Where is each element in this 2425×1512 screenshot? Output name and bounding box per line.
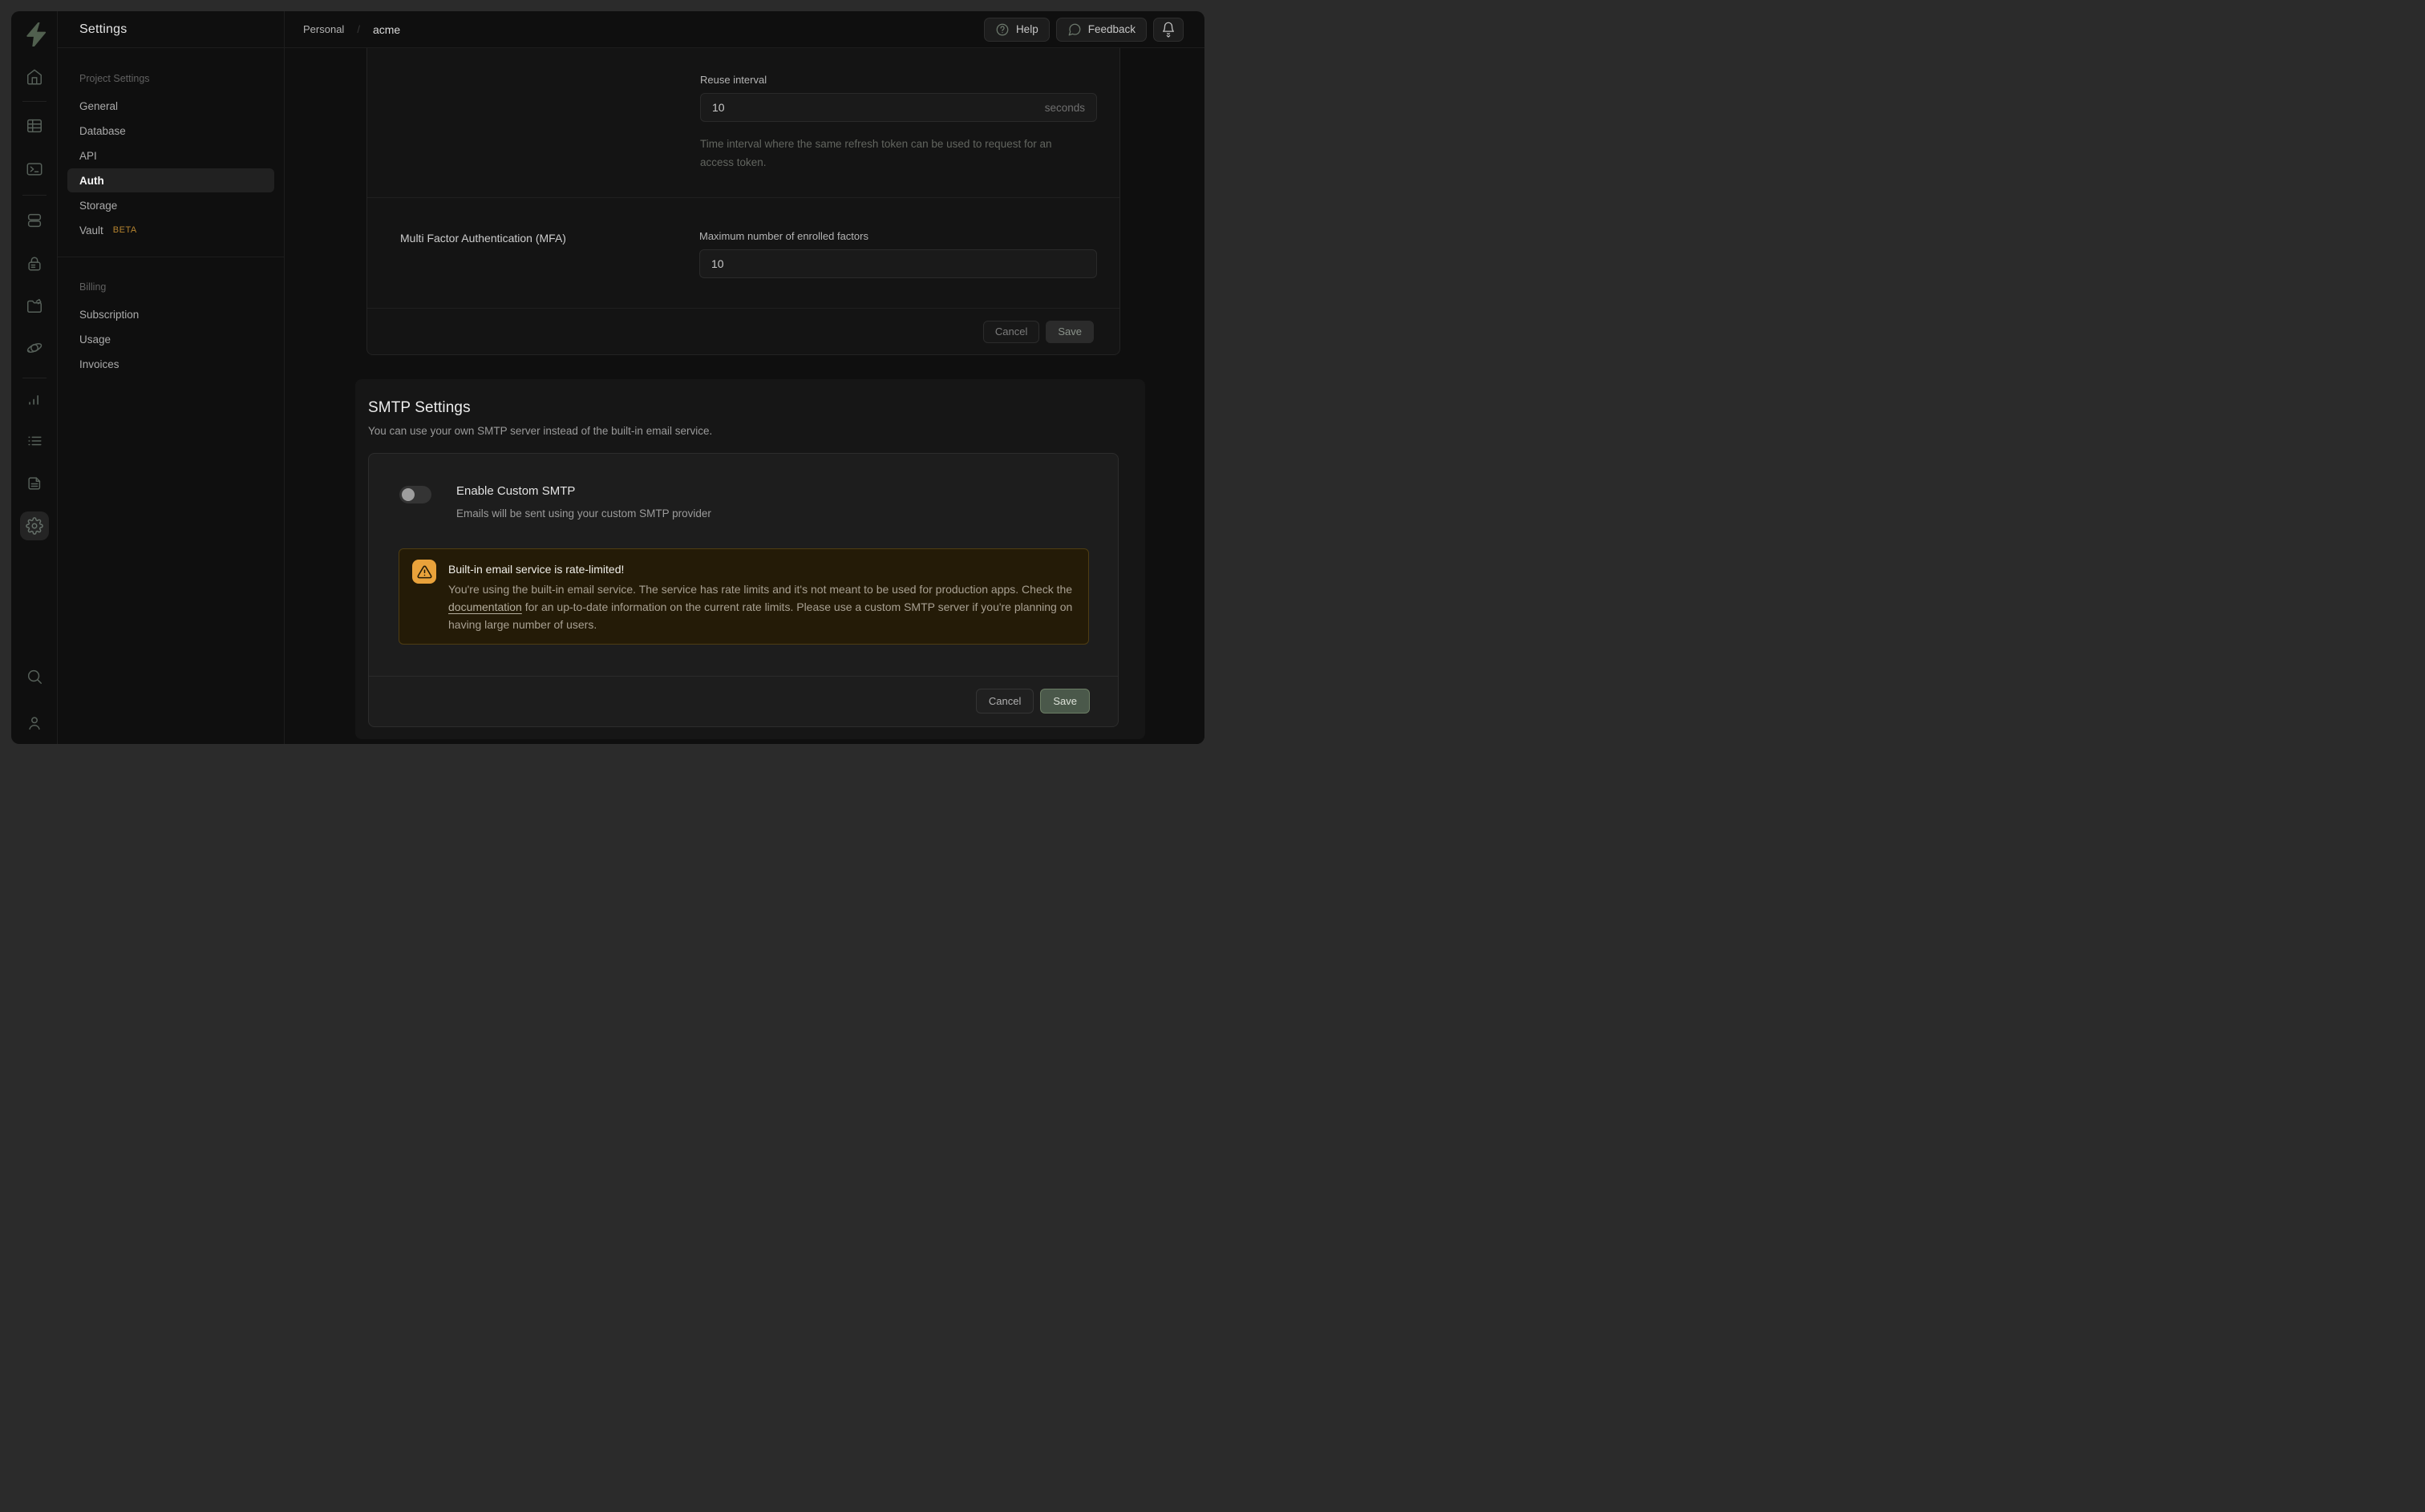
sidebar-nav: Project Settings General Database API Au… — [58, 48, 284, 377]
edge-functions-icon[interactable] — [20, 334, 49, 362]
sidebar-item-vault[interactable]: Vault BETA — [67, 218, 274, 242]
rail-divider — [22, 195, 47, 196]
home-icon[interactable] — [20, 63, 49, 91]
sidebar-item-general[interactable]: General — [67, 94, 274, 118]
settings-content: Reuse interval seconds Time interval whe… — [285, 48, 1204, 744]
mfa-group: Multi Factor Authentication (MFA) Maximu… — [367, 198, 1119, 308]
sidebar-item-invoices[interactable]: Invoices — [67, 352, 274, 376]
save-button[interactable]: Save — [1040, 689, 1090, 714]
warning-triangle-icon — [412, 560, 436, 584]
account-icon[interactable] — [20, 709, 49, 738]
reuse-interval-unit: seconds — [1045, 102, 1085, 114]
mfa-field — [699, 249, 1097, 278]
rate-limit-warning: Built-in email service is rate-limited! … — [399, 548, 1089, 645]
api-docs-icon[interactable] — [20, 469, 49, 498]
breadcrumb-project[interactable]: acme — [373, 23, 400, 36]
smtp-settings-title: SMTP Settings — [368, 399, 1119, 417]
sidebar-item-storage[interactable]: Storage — [67, 193, 274, 217]
sidebar-header: Settings — [58, 11, 284, 48]
save-button[interactable]: Save — [1046, 321, 1094, 343]
table-editor-icon[interactable] — [20, 111, 49, 140]
window-frame — [0, 1500, 2425, 1512]
notifications-button[interactable] — [1153, 18, 1184, 42]
bell-icon — [1161, 21, 1176, 38]
breadcrumb: Personal / acme — [303, 23, 400, 36]
enable-custom-smtp-description: Emails will be sent using your custom SM… — [456, 507, 711, 519]
beta-badge: BETA — [113, 225, 137, 235]
page-title: Settings — [79, 22, 127, 37]
cancel-button[interactable]: Cancel — [983, 321, 1039, 343]
sql-editor-icon[interactable] — [20, 155, 49, 184]
breadcrumb-separator: / — [357, 23, 360, 35]
smtp-settings-section: SMTP Settings You can use your own SMTP … — [355, 379, 1145, 739]
help-button[interactable]: Help — [984, 18, 1050, 42]
search-icon[interactable] — [20, 662, 49, 691]
top-bar: Personal / acme Help Feedback — [285, 11, 1204, 48]
auth-settings-card: Reuse interval seconds Time interval whe… — [366, 48, 1120, 355]
sidebar-item-auth[interactable]: Auth — [67, 168, 274, 192]
mfa-max-factors-input[interactable] — [711, 257, 1085, 270]
main-area: Personal / acme Help Feedback — [285, 11, 1204, 744]
breadcrumb-org[interactable]: Personal — [303, 23, 344, 35]
database-icon[interactable] — [20, 206, 49, 235]
warning-body: You're using the built-in email service.… — [448, 580, 1075, 633]
settings-sidebar: Settings Project Settings General Databa… — [58, 11, 285, 744]
rail-divider — [22, 101, 47, 102]
reuse-interval-label: Reuse interval — [700, 74, 1097, 86]
mfa-field-label: Maximum number of enrolled factors — [699, 230, 1097, 242]
project-settings-icon[interactable] — [20, 511, 49, 540]
smtp-card-footer: Cancel Save — [369, 676, 1118, 726]
header-actions: Help Feedback — [984, 18, 1184, 42]
reuse-interval-group: Reuse interval seconds Time interval whe… — [367, 48, 1119, 197]
section-header-billing: Billing — [67, 281, 274, 293]
app-window: Settings Project Settings General Databa… — [11, 11, 1204, 744]
documentation-link[interactable]: documentation — [448, 600, 522, 613]
feedback-button[interactable]: Feedback — [1056, 18, 1147, 42]
cancel-button[interactable]: Cancel — [976, 689, 1034, 714]
auth-card-footer: Cancel Save — [367, 308, 1119, 354]
logs-icon[interactable] — [20, 427, 49, 455]
reuse-interval-input[interactable] — [712, 101, 1045, 114]
mfa-section-label: Multi Factor Authentication (MFA) — [400, 232, 699, 245]
sidebar-item-usage[interactable]: Usage — [67, 327, 274, 351]
storage-icon[interactable] — [20, 291, 49, 320]
smtp-card: Enable Custom SMTP Emails will be sent u… — [368, 453, 1119, 727]
warning-title: Built-in email service is rate-limited! — [448, 561, 1075, 577]
smtp-settings-description: You can use your own SMTP server instead… — [368, 425, 1119, 437]
sidebar-item-api[interactable]: API — [67, 144, 274, 168]
reports-icon[interactable] — [20, 385, 49, 414]
icon-rail — [11, 11, 58, 744]
sidebar-item-subscription[interactable]: Subscription — [67, 302, 274, 326]
sidebar-item-database[interactable]: Database — [67, 119, 274, 143]
section-header-project-settings: Project Settings — [67, 73, 274, 84]
reuse-interval-field: seconds — [700, 93, 1097, 122]
enable-custom-smtp-label: Enable Custom SMTP — [456, 484, 711, 498]
feedback-bubble-icon — [1067, 22, 1082, 37]
authentication-icon[interactable] — [20, 249, 49, 278]
supabase-logo-icon[interactable] — [21, 21, 48, 48]
enable-custom-smtp-toggle[interactable] — [399, 486, 431, 503]
reuse-interval-help: Time interval where the same refresh tok… — [700, 135, 1073, 172]
enable-custom-smtp-row: Enable Custom SMTP Emails will be sent u… — [369, 454, 1118, 519]
help-circle-icon — [995, 22, 1010, 37]
toggle-knob — [402, 488, 415, 501]
